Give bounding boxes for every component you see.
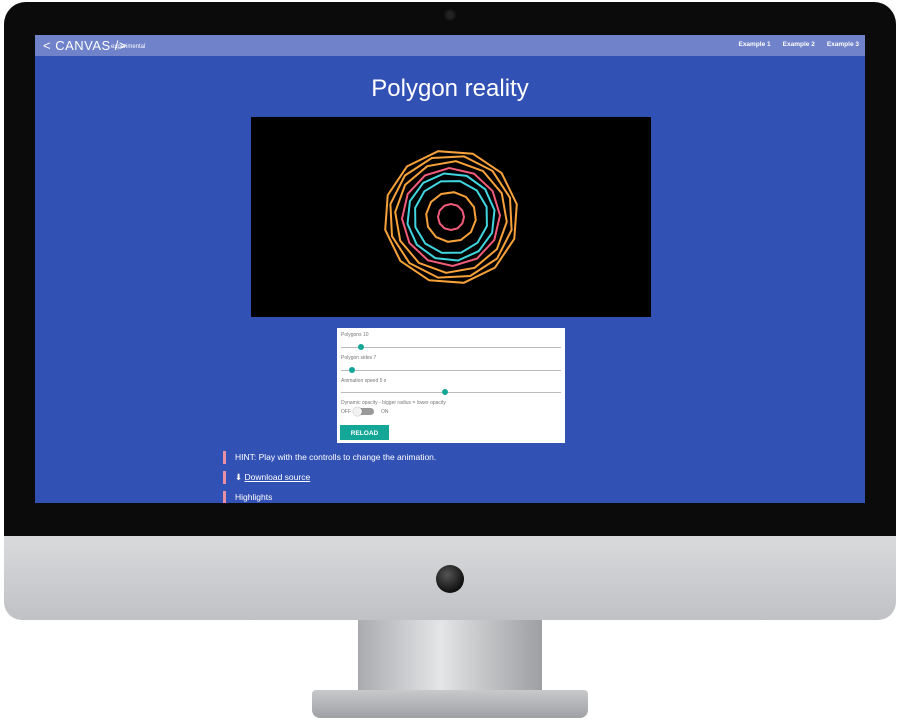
speed-slider[interactable]	[341, 389, 561, 395]
controls-panel: Polygons 10 Polygon sides 7 Animation sp…	[337, 328, 565, 443]
toggle-on-label: ON	[381, 409, 389, 415]
imac-device: < CANVAS /> experimental Example 1 Examp…	[0, 0, 900, 722]
download-row: ⬇ Download source	[223, 471, 310, 484]
sides-slider-thumb[interactable]	[349, 367, 355, 373]
monitor-stand	[358, 620, 542, 695]
hint-text: HINT: Play with the controlls to change …	[223, 451, 436, 464]
polygons-label: Polygons 10	[341, 332, 369, 338]
download-icon: ⬇	[235, 472, 243, 482]
nav-example-1[interactable]: Example 1	[738, 41, 770, 48]
polygon-animation	[384, 150, 518, 284]
sides-label: Polygon sides 7	[341, 355, 377, 361]
polygons-slider-thumb[interactable]	[358, 344, 364, 350]
polygon-ring	[406, 172, 496, 262]
polygon-ring	[425, 191, 477, 243]
brand-subtitle: experimental	[111, 44, 146, 50]
toggle-knob[interactable]	[353, 407, 362, 416]
speed-label: Animation speed 5 s	[341, 378, 387, 384]
nav-links: Example 1 Example 2 Example 3	[738, 41, 859, 48]
animation-canvas	[251, 117, 651, 317]
reload-button[interactable]: RELOAD	[340, 425, 389, 440]
polygon-ring	[400, 166, 502, 268]
top-navbar: < CANVAS /> experimental Example 1 Examp…	[35, 35, 865, 56]
camera-icon	[446, 11, 454, 19]
opacity-label: Dynamic opacity - bigger radius = lower …	[341, 400, 446, 406]
speed-slider-thumb[interactable]	[442, 389, 448, 395]
download-source-link[interactable]: Download source	[245, 472, 311, 482]
monitor-foot	[312, 690, 588, 718]
sides-slider[interactable]	[341, 367, 561, 373]
polygon-ring	[394, 160, 508, 274]
toggle-off-label: OFF	[341, 409, 351, 415]
opacity-toggle[interactable]	[353, 407, 374, 416]
polygons-slider[interactable]	[341, 344, 561, 350]
screen: < CANVAS /> experimental Example 1 Examp…	[35, 35, 865, 503]
nav-example-3[interactable]: Example 3	[827, 41, 859, 48]
page-title: Polygon reality	[371, 75, 529, 102]
nav-example-2[interactable]: Example 2	[783, 41, 815, 48]
apple-logo-icon	[436, 565, 464, 593]
polygon-ring	[384, 150, 518, 284]
polygon-ring	[436, 202, 466, 232]
highlights-heading: Highlights	[223, 491, 272, 503]
